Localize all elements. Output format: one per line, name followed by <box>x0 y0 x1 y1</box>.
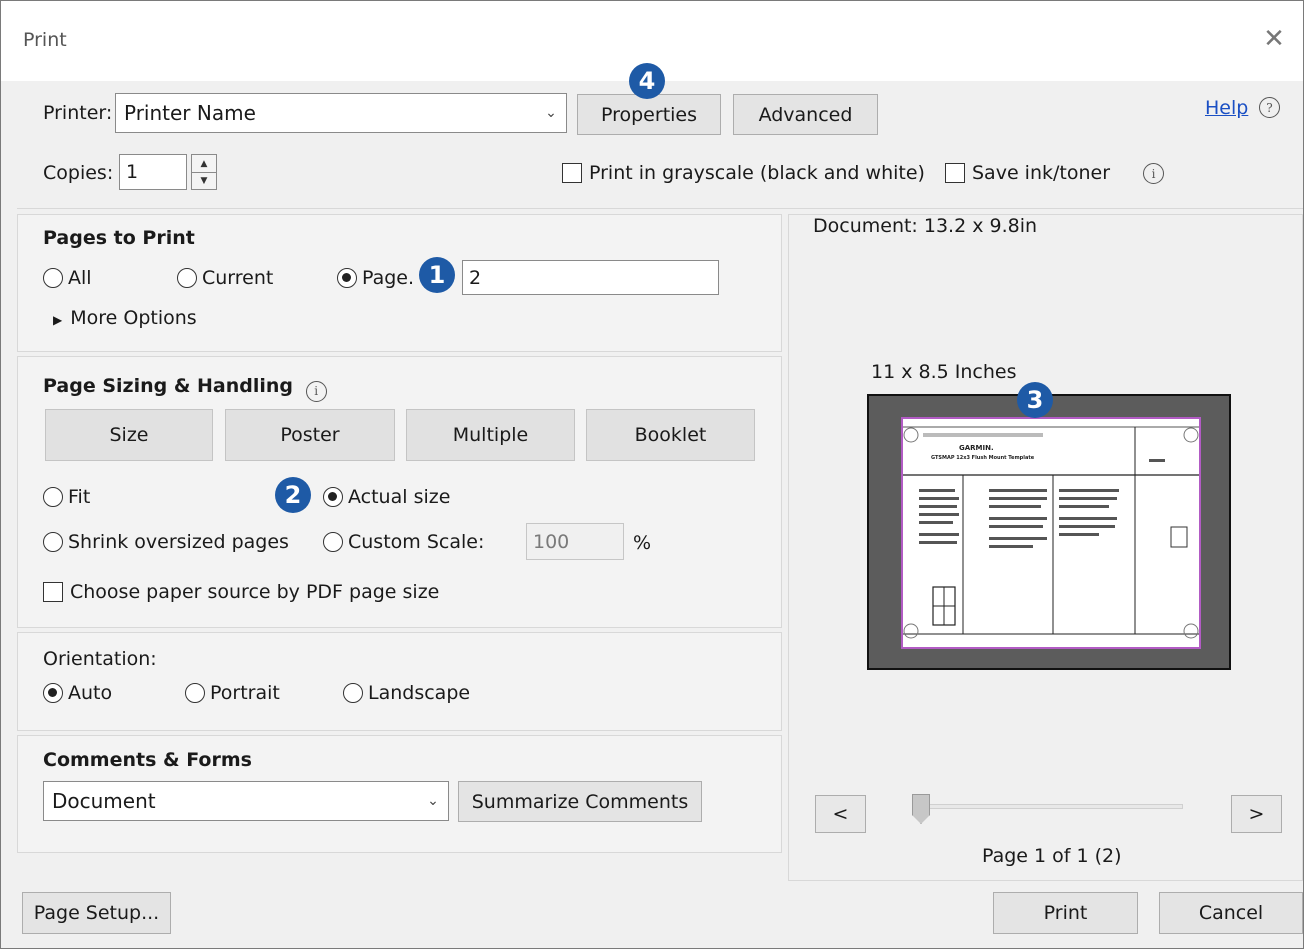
preview-page-graphic <box>903 426 1199 639</box>
grayscale-box[interactable] <box>562 163 582 183</box>
radio-all-circle[interactable] <box>43 268 63 288</box>
pages-range-input[interactable]: 2 <box>462 260 719 295</box>
chevron-down-icon: ⌄ <box>427 793 439 809</box>
callout-4: 4 <box>629 63 665 99</box>
radio-portrait-label: Portrait <box>210 682 280 704</box>
radio-portrait[interactable]: Portrait <box>185 682 280 704</box>
multiple-button[interactable]: Multiple <box>406 409 575 461</box>
radio-landscape-circle[interactable] <box>343 683 363 703</box>
radio-custom-scale[interactable]: Custom Scale: <box>323 531 484 553</box>
radio-fit-label: Fit <box>68 486 91 508</box>
help-link[interactable]: Help <box>1205 97 1248 119</box>
paper-size: 11 x 8.5 Inches <box>871 361 1017 383</box>
copies-label: Copies: <box>43 162 114 184</box>
page-sizing-heading-text: Page Sizing & Handling <box>43 375 294 397</box>
summarize-comments-button[interactable]: Summarize Comments <box>458 781 702 822</box>
radio-current-label: Current <box>202 267 274 289</box>
callout-3: 3 <box>1017 382 1053 418</box>
radio-shrink-circle[interactable] <box>43 532 63 552</box>
printer-select[interactable]: Printer Name ⌄ <box>115 93 567 133</box>
save-ink-checkbox[interactable]: Save ink/toner <box>945 162 1110 184</box>
size-button[interactable]: Size <box>45 409 213 461</box>
next-page-button[interactable]: > <box>1231 795 1282 833</box>
comments-select[interactable]: Document ⌄ <box>43 781 449 821</box>
callout-1: 1 <box>419 257 455 293</box>
properties-button[interactable]: Properties <box>577 94 721 135</box>
radio-all-label: All <box>68 267 92 289</box>
chevron-down-icon: ⌄ <box>545 105 557 121</box>
page-setup-button[interactable]: Page Setup... <box>22 892 171 934</box>
radio-current[interactable]: Current <box>177 267 273 289</box>
radio-fit[interactable]: Fit <box>43 486 90 508</box>
copies-stepper[interactable]: ▲ ▼ <box>191 154 217 190</box>
preview-logo-text: GARMIN. <box>959 444 994 452</box>
more-options-toggle[interactable]: ▶ More Options <box>53 307 197 329</box>
save-ink-label: Save ink/toner <box>972 162 1111 184</box>
radio-landscape-label: Landscape <box>368 682 471 704</box>
radio-actual-size[interactable]: Actual size <box>323 486 450 508</box>
radio-custom-scale-label: Custom Scale: <box>348 531 485 553</box>
save-ink-box[interactable] <box>945 163 965 183</box>
custom-scale-input[interactable]: 100 <box>526 523 624 560</box>
radio-shrink[interactable]: Shrink oversized pages <box>43 531 289 553</box>
radio-current-circle[interactable] <box>177 268 197 288</box>
paper-source-label: Choose paper source by PDF page size <box>70 581 440 603</box>
radio-pages-circle[interactable] <box>337 268 357 288</box>
page-slider-track[interactable] <box>921 804 1183 809</box>
more-options-label: More Options <box>70 307 197 329</box>
pages-to-print-heading: Pages to Print <box>43 227 195 249</box>
radio-actual-size-label: Actual size <box>348 486 451 508</box>
callout-2: 2 <box>275 477 311 513</box>
radio-shrink-label: Shrink oversized pages <box>68 531 289 553</box>
percent-label: % <box>633 532 652 554</box>
previous-page-button[interactable]: < <box>815 795 866 833</box>
window-title: Print <box>23 29 67 51</box>
printer-label: Printer: <box>43 102 113 124</box>
copies-input[interactable]: 1 <box>119 154 187 190</box>
expand-triangle-icon: ▶ <box>53 313 63 327</box>
page-sizing-info-icon[interactable]: i <box>305 380 327 402</box>
paper-source-checkbox[interactable]: Choose paper source by PDF page size <box>43 581 439 603</box>
preview-page-heading: GTSMAP 12x3 Flush Mount Template <box>931 455 1035 461</box>
print-button[interactable]: Print <box>993 892 1138 934</box>
preview-page: GARMIN. GTSMAP 12x3 Flush Mount Template <box>901 417 1201 649</box>
radio-fit-circle[interactable] <box>43 487 63 507</box>
orientation-heading: Orientation: <box>43 648 157 670</box>
radio-portrait-circle[interactable] <box>185 683 205 703</box>
radio-custom-scale-circle[interactable] <box>323 532 343 552</box>
stepper-up-icon[interactable]: ▲ <box>192 155 216 172</box>
radio-pages[interactable]: Page. <box>337 267 414 289</box>
grayscale-label: Print in grayscale (black and white) <box>589 162 925 184</box>
radio-landscape[interactable]: Landscape <box>343 682 470 704</box>
stepper-down-icon[interactable]: ▼ <box>192 172 216 189</box>
paper-source-box[interactable] <box>43 582 63 602</box>
radio-actual-size-circle[interactable] <box>323 487 343 507</box>
grayscale-checkbox[interactable]: Print in grayscale (black and white) <box>562 162 925 184</box>
printer-name: Printer Name <box>124 101 256 125</box>
help-question-icon[interactable]: ? <box>1259 97 1280 118</box>
document-size: Document: 13.2 x 9.8in <box>813 215 1038 237</box>
cancel-button[interactable]: Cancel <box>1159 892 1303 934</box>
page-sizing-heading: Page Sizing & Handling i <box>43 375 327 402</box>
radio-all[interactable]: All <box>43 267 92 289</box>
comments-heading: Comments & Forms <box>43 749 252 771</box>
radio-auto-label: Auto <box>68 682 113 704</box>
radio-pages-label: Page. <box>362 267 415 289</box>
radio-auto[interactable]: Auto <box>43 682 112 704</box>
poster-button[interactable]: Poster <box>225 409 395 461</box>
print-dialog: Print ✕ Printer: Printer Name ⌄ Properti… <box>0 0 1304 949</box>
close-icon[interactable]: ✕ <box>1259 25 1289 55</box>
radio-auto-circle[interactable] <box>43 683 63 703</box>
booklet-button[interactable]: Booklet <box>586 409 755 461</box>
save-ink-info-icon[interactable]: i <box>1143 163 1164 184</box>
comments-value: Document <box>52 789 156 813</box>
page-indicator: Page 1 of 1 (2) <box>982 845 1122 867</box>
advanced-button[interactable]: Advanced <box>733 94 878 135</box>
